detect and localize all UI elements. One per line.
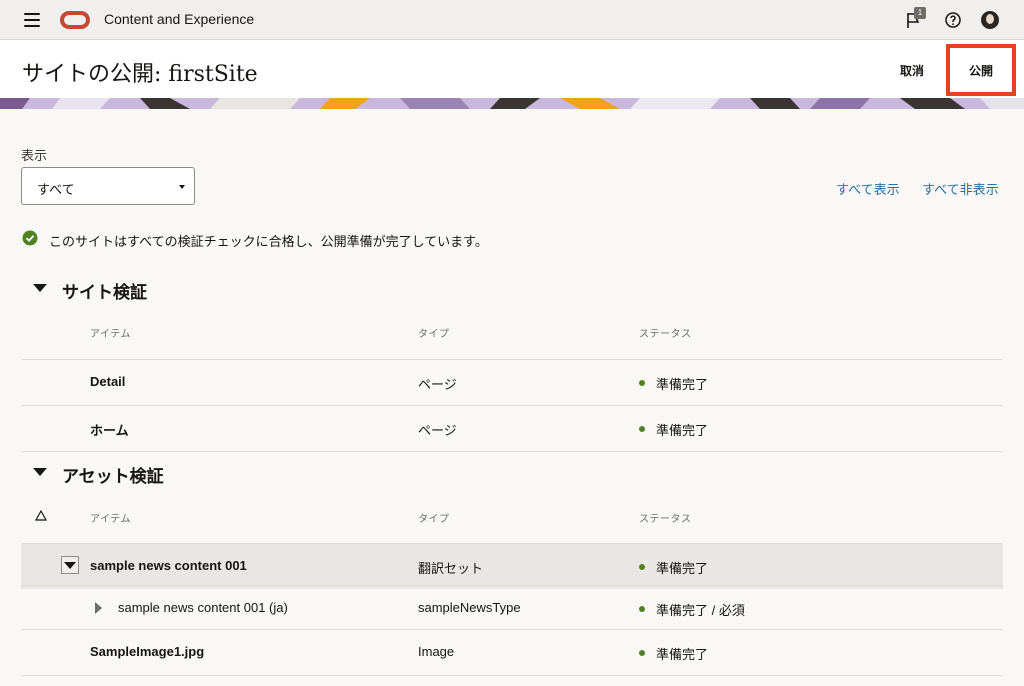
- view-filter-label: 表示: [21, 148, 48, 163]
- item-name: ホーム: [90, 423, 129, 438]
- item-status: 準備完了: [656, 647, 709, 662]
- page-header: サイトの公開: firstSite 取消 公開: [0, 40, 1024, 98]
- item-status: 準備完了: [656, 377, 709, 392]
- help-icon[interactable]: [943, 10, 963, 30]
- item-type: Image: [418, 644, 455, 659]
- page-title: サイトの公開: firstSite: [22, 62, 258, 87]
- site-validation-collapse-icon[interactable]: [33, 281, 47, 295]
- publish-button[interactable]: 公開: [946, 44, 1016, 96]
- view-filter-value: すべて: [37, 182, 75, 197]
- item-status: 準備完了 / 必須: [656, 603, 745, 618]
- table-row[interactable]: ホーム ページ 準備完了: [21, 405, 1003, 451]
- divider: [21, 675, 1003, 676]
- asset-validation-title: アセット検証: [62, 467, 164, 486]
- status-dot-icon: [639, 564, 645, 570]
- table-row-child[interactable]: sample news content 001 (ja) sampleNewsT…: [21, 585, 1003, 631]
- status-dot-icon: [639, 380, 645, 386]
- column-header-status[interactable]: ステータス: [639, 325, 692, 340]
- hide-all-link[interactable]: すべて非表示: [922, 179, 999, 198]
- view-filter-select[interactable]: すべて: [21, 167, 195, 205]
- column-header-type[interactable]: タイプ: [418, 325, 450, 340]
- item-name: SampleImage1.jpg: [90, 644, 205, 659]
- user-avatar[interactable]: [981, 11, 999, 29]
- divider: [21, 451, 1003, 452]
- item-type: ページ: [418, 423, 457, 438]
- status-dot-icon: [639, 426, 645, 432]
- status-message-text: このサイトはすべての検証チェックに合格し、公開準備が完了しています。: [49, 234, 488, 249]
- table-row[interactable]: Detail ページ 準備完了: [21, 359, 1003, 405]
- item-name: Detail: [90, 374, 126, 389]
- column-header-type[interactable]: タイプ: [418, 510, 450, 525]
- check-circle-icon: [22, 230, 38, 246]
- column-header-status[interactable]: ステータス: [639, 510, 692, 525]
- column-header-item[interactable]: アイテム: [90, 510, 131, 525]
- top-bar: Content and Experience 1: [0, 0, 1024, 40]
- caret-down-icon: [179, 185, 185, 189]
- item-name: sample news content 001: [90, 558, 247, 573]
- hamburger-menu-icon[interactable]: [24, 13, 40, 27]
- oracle-logo-icon: [60, 11, 90, 29]
- table-row[interactable]: SampleImage1.jpg Image 準備完了: [21, 629, 1003, 675]
- cancel-button[interactable]: 取消: [890, 59, 934, 81]
- sort-triangle-icon[interactable]: [35, 510, 47, 521]
- item-type: 翻訳セット: [418, 561, 484, 576]
- site-validation-title: サイト検証: [62, 283, 147, 302]
- decorative-banner: [0, 98, 1024, 109]
- asset-validation-collapse-icon[interactable]: [33, 465, 47, 479]
- collapse-row-icon[interactable]: [61, 556, 79, 574]
- show-all-link[interactable]: すべて表示: [836, 179, 900, 198]
- status-dot-icon: [639, 606, 645, 612]
- status-dot-icon: [639, 650, 645, 656]
- notification-badge: 1: [914, 7, 926, 19]
- table-row-selected[interactable]: sample news content 001 翻訳セット 準備完了: [21, 543, 1003, 589]
- expand-row-icon[interactable]: [94, 601, 104, 615]
- item-status: 準備完了: [656, 561, 709, 576]
- column-header-item[interactable]: アイテム: [90, 325, 131, 340]
- item-type: sampleNewsType: [418, 600, 521, 615]
- app-title: Content and Experience: [104, 11, 255, 27]
- item-type: ページ: [418, 377, 457, 392]
- item-status: 準備完了: [656, 423, 709, 438]
- item-name: sample news content 001 (ja): [118, 600, 288, 615]
